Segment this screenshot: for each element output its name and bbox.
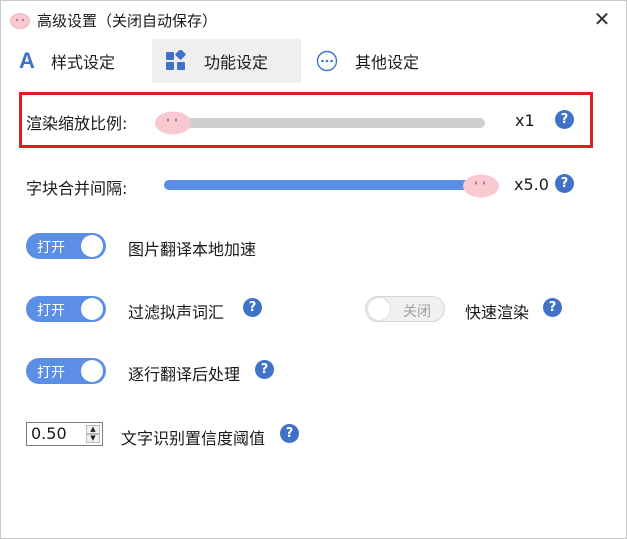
help-icon[interactable]: ?: [280, 424, 299, 443]
block-merge-fill: [164, 180, 482, 190]
widgets-icon: [164, 49, 188, 73]
fast-render-toggle[interactable]: 关闭: [365, 296, 445, 322]
help-icon[interactable]: ?: [255, 360, 274, 379]
line-postprocess-toggle[interactable]: 打开: [26, 358, 106, 384]
font-a-icon: A: [19, 48, 35, 73]
toggle-text: 打开: [37, 365, 65, 381]
local-accel-label: 图片翻译本地加速: [128, 240, 257, 259]
tab-other-settings[interactable]: 其他设定: [315, 39, 445, 83]
toggle-thumb: [81, 360, 103, 382]
toggle-text: 关闭: [403, 304, 431, 320]
onomatopoeia-filter-toggle[interactable]: 打开: [26, 296, 106, 322]
close-button[interactable]: ✕: [592, 8, 612, 30]
onomatopoeia-filter-label: 过滤拟声词汇: [128, 303, 225, 322]
help-icon[interactable]: ?: [243, 298, 262, 317]
toggle-thumb: [81, 298, 103, 320]
spin-arrows: ▲ ▼: [86, 425, 100, 443]
more-dots-icon: [315, 49, 339, 73]
help-icon[interactable]: ?: [543, 298, 562, 317]
block-merge-label: 字块合并间隔:: [26, 179, 128, 198]
ocr-threshold-value[interactable]: 0.50: [31, 424, 67, 443]
block-merge-slider[interactable]: [164, 180, 482, 190]
title-bar: 高级设置（关闭自动保存） ✕: [1, 1, 626, 39]
tab-function-settings[interactable]: 功能设定: [152, 39, 301, 83]
help-icon[interactable]: ?: [555, 110, 574, 129]
tab-bar: A 样式设定 功能设定 其他设定: [1, 39, 626, 83]
tab-label: 功能设定: [204, 53, 269, 72]
block-merge-slider-handle[interactable]: [462, 172, 500, 198]
spin-down-button[interactable]: ▼: [86, 434, 100, 443]
ocr-threshold-label: 文字识别置信度阈值: [121, 429, 266, 448]
render-scale-value: x1: [515, 111, 535, 130]
ocr-threshold-spinbox[interactable]: 0.50 ▲ ▼: [26, 422, 103, 446]
render-scale-slider-handle[interactable]: [154, 109, 192, 135]
settings-window: 高级设置（关闭自动保存） ✕ A 样式设定 功能设定 其他设定 渲染缩放比例: …: [0, 0, 627, 539]
tab-label: 样式设定: [51, 53, 116, 72]
local-accel-toggle[interactable]: 打开: [26, 233, 106, 259]
block-merge-value: x5.0: [514, 175, 549, 194]
spin-up-button[interactable]: ▲: [86, 425, 100, 434]
app-logo-icon: [10, 13, 30, 29]
toggle-thumb: [368, 298, 390, 320]
render-scale-label: 渲染缩放比例:: [26, 114, 128, 133]
window-title: 高级设置（关闭自动保存）: [37, 12, 218, 30]
tab-label: 其他设定: [355, 53, 420, 72]
fast-render-label: 快速渲染: [465, 303, 530, 322]
line-postprocess-label: 逐行翻译后处理: [128, 365, 241, 384]
tab-style-settings[interactable]: A 样式设定: [15, 39, 145, 83]
help-icon[interactable]: ?: [555, 174, 574, 193]
toggle-text: 打开: [37, 240, 65, 256]
toggle-text: 打开: [37, 303, 65, 319]
render-scale-slider[interactable]: [169, 118, 485, 128]
toggle-thumb: [81, 235, 103, 257]
